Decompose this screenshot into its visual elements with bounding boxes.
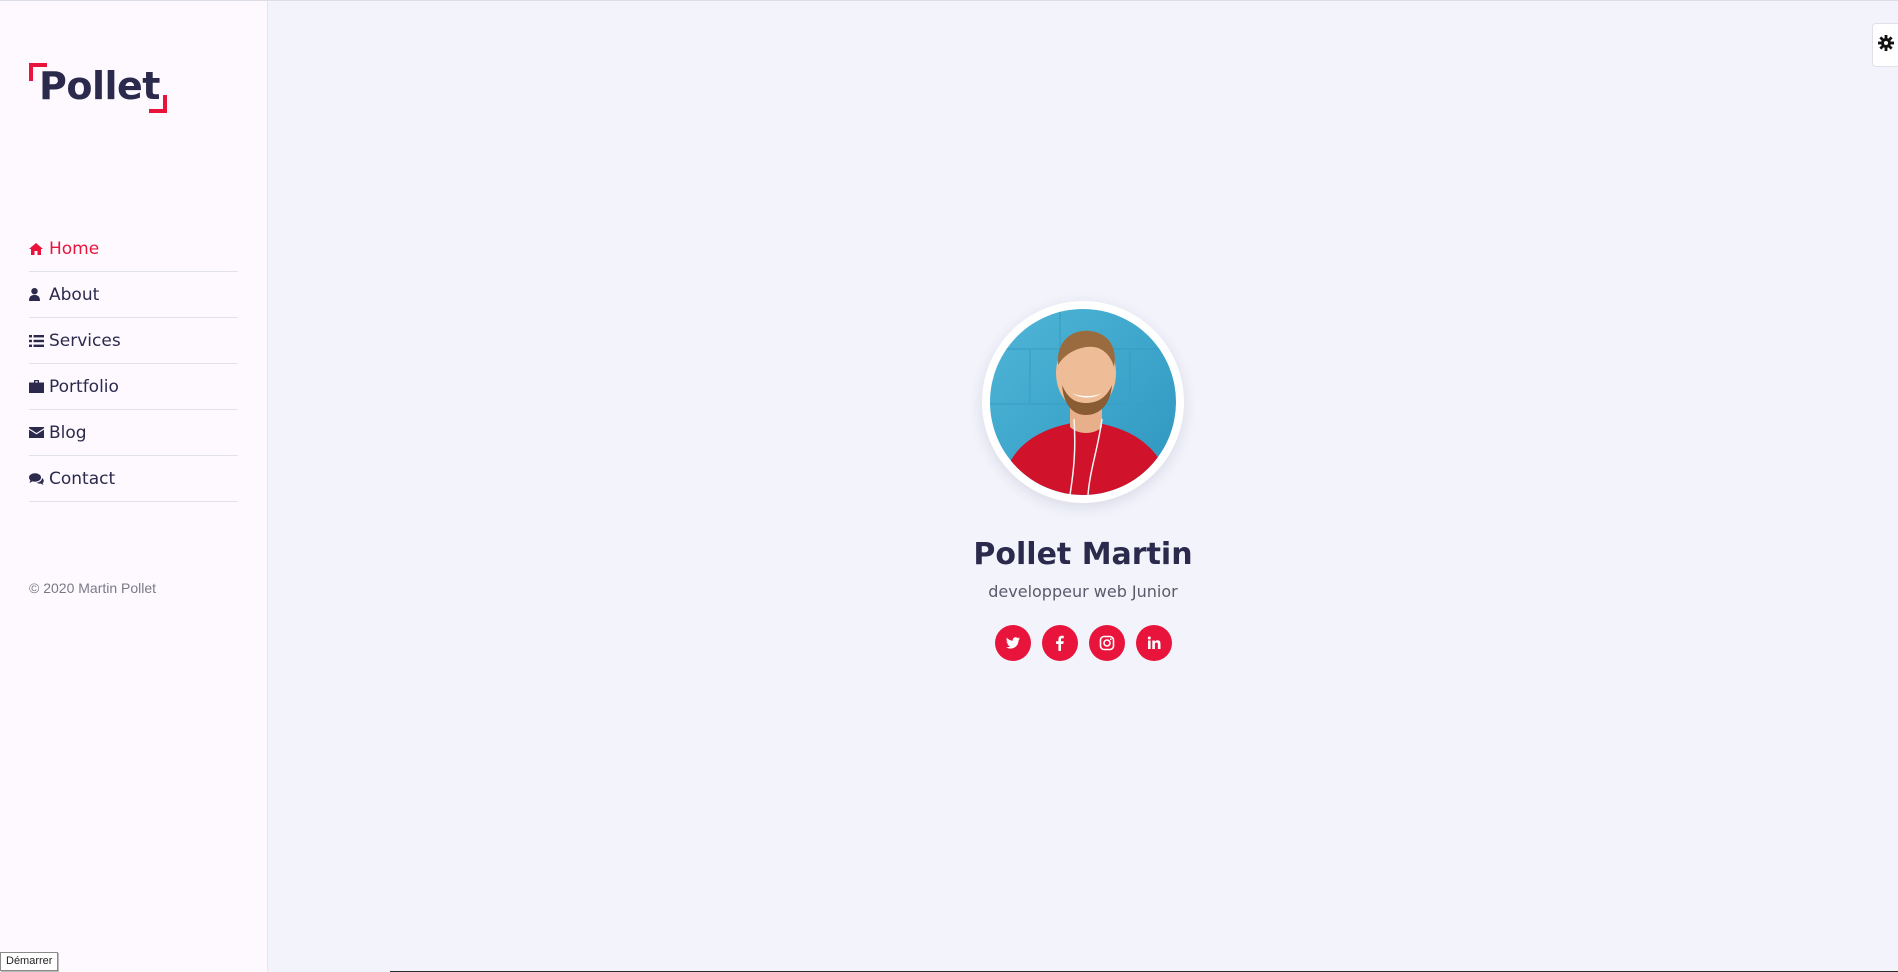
sidebar-item-about[interactable]: About <box>29 272 238 318</box>
social-links <box>268 625 1898 661</box>
avatar <box>990 309 1176 495</box>
profile-section: Pollet Martin developpeur web Junior <box>268 301 1898 661</box>
user-icon <box>29 288 49 301</box>
instagram-link[interactable] <box>1088 625 1125 661</box>
briefcase-icon <box>29 380 49 393</box>
page: Pollet Home About Services Portfolio Blo… <box>0 0 1898 972</box>
avatar-frame <box>982 301 1184 503</box>
sidebar-item-label: Home <box>49 238 100 259</box>
sidebar-item-home[interactable]: Home <box>29 226 238 272</box>
comments-icon <box>29 472 49 485</box>
envelope-icon <box>29 427 49 438</box>
sidebar-item-contact[interactable]: Contact <box>29 456 238 502</box>
start-button[interactable]: Démarrer <box>0 952 59 971</box>
list-icon <box>29 334 49 347</box>
sidebar-item-label: About <box>49 284 100 305</box>
profile-role: developpeur web Junior <box>988 582 1178 601</box>
sidebar-item-label: Portfolio <box>49 376 119 397</box>
linkedin-link[interactable] <box>1135 625 1172 661</box>
logo-text: Pollet <box>39 64 160 108</box>
logo[interactable]: Pollet <box>29 63 167 113</box>
home-icon <box>29 242 49 255</box>
profile-name: Pollet Martin <box>973 537 1193 572</box>
sidebar-item-services[interactable]: Services <box>29 318 238 364</box>
sidebar-item-label: Blog <box>49 422 87 443</box>
sidebar-item-label: Services <box>49 330 121 351</box>
sidebar: Pollet Home About Services Portfolio Blo… <box>0 1 268 972</box>
instagram-icon <box>1099 635 1114 651</box>
sidebar-nav: Home About Services Portfolio Blog Conta… <box>29 226 238 502</box>
facebook-icon <box>1055 635 1064 651</box>
facebook-link[interactable] <box>1041 625 1078 661</box>
twitter-link[interactable] <box>994 625 1031 661</box>
main-content: Pollet Martin developpeur web Junior <box>268 1 1898 972</box>
twitter-icon <box>1005 637 1020 649</box>
gear-icon <box>1877 34 1894 56</box>
sidebar-item-label: Contact <box>49 468 116 489</box>
sidebar-item-blog[interactable]: Blog <box>29 410 238 456</box>
settings-button[interactable] <box>1872 23 1898 67</box>
sidebar-item-portfolio[interactable]: Portfolio <box>29 364 238 410</box>
linkedin-icon <box>1147 636 1160 649</box>
logo-corner-bottom-right <box>149 95 167 113</box>
copyright: © 2020 Martin Pollet <box>29 580 157 596</box>
